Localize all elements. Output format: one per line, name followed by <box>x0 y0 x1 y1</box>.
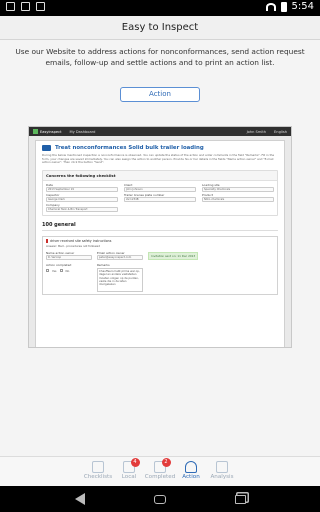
website-language: English <box>274 129 287 134</box>
field-license-plate: Trailer license plate number AV-1234B <box>124 193 196 202</box>
bag-notification-icon <box>36 2 45 11</box>
truck-icon <box>42 145 51 151</box>
intro-text: Use our Website to address actions for n… <box>15 47 305 67</box>
status-bar: 5:54 <box>0 0 320 16</box>
logo-check-icon <box>33 129 38 134</box>
website-navbar: Easyinspect My Dashboard John Smith Engl… <box>29 127 291 136</box>
website-nav-dashboard: My Dashboard <box>69 129 96 134</box>
field-inspector: Inspector George Clark <box>46 193 118 202</box>
battery-icon <box>280 1 287 12</box>
website-logo: Easyinspect <box>33 129 62 134</box>
wifi-icon <box>265 2 276 11</box>
website-content: Treat nonconformances Solid bulk trailer… <box>35 140 285 347</box>
no-checkbox <box>59 268 63 272</box>
analysis-icon <box>216 461 228 473</box>
completed-field: Action completed Yes No <box>46 262 72 273</box>
app-title-bar: Easy to Inspect <box>0 16 320 40</box>
action-button[interactable]: Action <box>120 87 200 102</box>
home-icon[interactable] <box>153 494 166 504</box>
recent-apps-icon[interactable] <box>234 494 246 504</box>
email-field: Email action owner peter@easy-inspect.co… <box>97 251 143 260</box>
field-company: Company Chemical Tank & Bin Transport <box>46 203 118 212</box>
notification-icons <box>6 2 45 11</box>
download-notification-icon <box>21 2 30 11</box>
website-description: During the below mentioned inspection a … <box>42 153 275 165</box>
checklist-panel: Concerns the following checklist Date 201… <box>42 169 278 216</box>
field-client: Client John Johnson <box>124 183 196 192</box>
website-user: John Smith <box>246 129 267 134</box>
question-answer: Answer: Bad - procedures not followed <box>46 243 101 248</box>
back-icon[interactable] <box>74 493 85 505</box>
field-loading-site: Loading site Specialty Chemicals <box>202 183 274 192</box>
website-heading: Treat nonconformances Solid bulk trailer… <box>42 145 278 151</box>
gallery-notification-icon <box>6 2 15 11</box>
checklist-icon <box>92 461 104 473</box>
invitation-sent-badge: Invitation sent on: 11 Dec 2013 <box>148 251 199 260</box>
tab-checklists[interactable]: Checklists <box>83 457 114 486</box>
android-nav-bar <box>0 486 320 512</box>
status-time: 5:54 <box>291 1 314 12</box>
remarks-field: Remarks Chauffeurs hebt prima wel op, da… <box>97 263 143 292</box>
bottom-tab-bar: Checklists 4 Local 2 Completed Action An… <box>0 456 320 486</box>
checklist-panel-title: Concerns the following checklist <box>43 170 277 181</box>
tab-analysis[interactable]: Analysis <box>207 457 238 486</box>
yes-checkbox <box>46 268 49 272</box>
field-date: Date 2013 September 19 <box>46 183 118 192</box>
section-title: 100 general <box>42 222 278 231</box>
owner-field: Name action owner R. Verloop <box>46 251 92 260</box>
completed-badge: 2 <box>161 458 171 467</box>
tab-local[interactable]: 4 Local <box>114 457 145 486</box>
tab-completed[interactable]: 2 Completed <box>145 457 176 486</box>
question-title: driver received site safety instructions <box>46 238 274 243</box>
field-product: Product Nitro-chemicals <box>202 193 274 202</box>
website-screenshot: Easyinspect My Dashboard John Smith Engl… <box>28 126 292 348</box>
people-icon <box>185 461 197 473</box>
tab-action[interactable]: Action <box>176 457 207 486</box>
question-card: driver received site safety instructions… <box>42 235 278 295</box>
app-title: Easy to Inspect <box>121 22 199 33</box>
local-badge: 4 <box>130 458 140 467</box>
